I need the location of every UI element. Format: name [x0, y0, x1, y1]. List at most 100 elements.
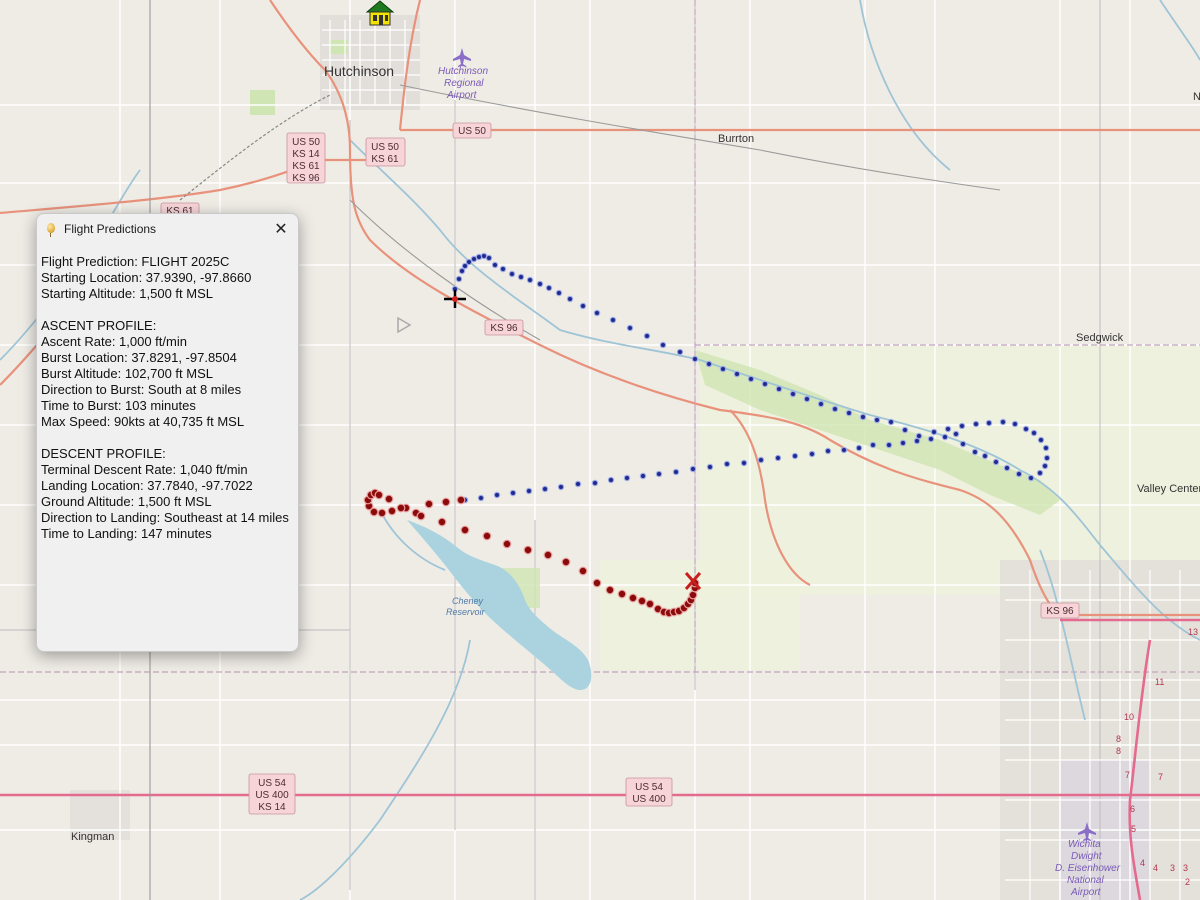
label-cheney-1: Cheney: [452, 596, 484, 606]
ascent-track-point: [999, 418, 1007, 426]
svg-text:6: 6: [1130, 804, 1135, 814]
descent-track-point: [502, 539, 512, 549]
ascent-track-point: [952, 430, 960, 438]
ascent-track-point: [789, 390, 797, 398]
ascent-track-point: [672, 468, 680, 476]
terminal-descent-rate-line: Terminal Descent Rate: 1,040 ft/min: [41, 462, 248, 477]
ascent-track-point: [491, 261, 499, 269]
ascent-track-point: [706, 463, 714, 471]
svg-text:8: 8: [1116, 734, 1121, 744]
ascent-track-point: [541, 485, 549, 493]
ascent-track-point: [971, 448, 979, 456]
ascent-track-point: [757, 456, 765, 464]
ascent-track-point: [525, 487, 533, 495]
ascent-track-point: [458, 267, 466, 275]
ascent-track-point: [808, 450, 816, 458]
ascent-track-point: [817, 400, 825, 408]
ascent-track-point: [609, 316, 617, 324]
descent-track-point: [645, 599, 655, 609]
ascent-track-point: [705, 360, 713, 368]
shield-ks96-east: KS 96: [1040, 602, 1080, 619]
descent-track-point: [387, 506, 397, 516]
label-hutchinson-airport-3: Airport: [446, 90, 478, 101]
ascent-track-point: [791, 452, 799, 460]
ascent-track-point: [927, 435, 935, 443]
ascent-track-point: [485, 254, 493, 262]
shield-us54-us400: US 54 US 400: [625, 777, 673, 807]
svg-text:US 50: US 50: [458, 126, 486, 137]
ascent-track-point: [1022, 425, 1030, 433]
ascent-track-point: [930, 428, 938, 436]
ascent-track-point: [873, 416, 881, 424]
label-wichita-airport-4: National: [1067, 875, 1104, 886]
ascent-track-point: [747, 375, 755, 383]
svg-text:KS 14: KS 14: [292, 149, 320, 160]
ascent-track-point: [639, 472, 647, 480]
label-burrton: Burrton: [718, 133, 754, 145]
direction-to-landing-line: Direction to Landing: Southeast at 14 mi…: [41, 510, 289, 525]
prediction-details: Flight Prediction: FLIGHT 2025C Starting…: [37, 244, 298, 542]
ascent-track-point: [1043, 454, 1051, 462]
ascent-track-point: [1015, 470, 1023, 478]
shield-us54-us400-ks14: US 54 US 400 KS 14: [248, 773, 296, 815]
shield-us50-ks14-ks61-ks96: US 50 KS 14 KS 61 KS 96: [286, 132, 326, 184]
svg-text:11: 11: [1155, 677, 1164, 687]
ascent-track-point: [659, 341, 667, 349]
svg-text:KS 14: KS 14: [258, 802, 286, 813]
label-hutchinson: Hutchinson: [324, 63, 394, 79]
ascent-track-point: [626, 324, 634, 332]
ascent-track-point: [475, 253, 483, 261]
close-button[interactable]: ✕: [268, 216, 294, 242]
ascent-track-point: [1041, 462, 1049, 470]
window-title-bar[interactable]: Flight Predictions ✕: [37, 214, 298, 244]
descent-track-point: [374, 490, 384, 500]
shield-ks96-west: KS 96: [484, 319, 524, 336]
ascent-track-point: [719, 365, 727, 373]
ascent-track-point: [958, 422, 966, 430]
ascent-track-point: [941, 433, 949, 441]
ascent-track-point: [1042, 444, 1050, 452]
descent-track-point: [561, 557, 571, 567]
descent-track-point: [424, 499, 434, 509]
ascent-track-point: [1036, 469, 1044, 477]
ascent-track-point: [643, 332, 651, 340]
svg-text:3: 3: [1183, 863, 1188, 873]
label-wichita-airport-2: Dwight: [1071, 851, 1103, 862]
ascent-track-point: [840, 446, 848, 454]
ascent-track-point: [555, 289, 563, 297]
ascent-track-point: [493, 491, 501, 499]
descent-profile-header: DESCENT PROFILE:: [41, 446, 166, 461]
ascent-track-point: [1003, 464, 1011, 472]
ascent-track-point: [855, 444, 863, 452]
ascent-track-point: [655, 470, 663, 478]
svg-text:4: 4: [1153, 863, 1158, 873]
descent-track-point: [456, 495, 466, 505]
ascent-track-point: [557, 483, 565, 491]
svg-text:7: 7: [1125, 770, 1130, 780]
window-title: Flight Predictions: [64, 222, 157, 236]
ascent-track-point: [509, 489, 517, 497]
svg-text:KS 96: KS 96: [292, 173, 320, 184]
svg-text:2: 2: [1185, 877, 1190, 887]
ascent-track-point: [959, 440, 967, 448]
ascent-track-point: [1030, 429, 1038, 437]
max-speed-line: Max Speed: 90kts at 40,735 ft MSL: [41, 414, 245, 429]
svg-text:US 400: US 400: [255, 790, 289, 801]
ascent-track-point: [869, 441, 877, 449]
svg-text:10: 10: [1124, 712, 1134, 722]
time-to-landing-line: Time to Landing: 147 minutes: [41, 526, 212, 541]
descent-track-point: [523, 545, 533, 555]
svg-text:KS 61: KS 61: [292, 161, 320, 172]
ascent-track-point: [623, 474, 631, 482]
ascent-track-point: [526, 276, 534, 284]
flight-predictions-window: Flight Predictions ✕ Flight Prediction: …: [36, 213, 299, 652]
ascent-track-point: [499, 265, 507, 273]
descent-track-point: [377, 508, 387, 518]
label-valley-center: Valley Center: [1137, 483, 1200, 495]
ascent-track-point: [901, 426, 909, 434]
svg-text:4: 4: [1140, 858, 1145, 868]
label-hutchinson-airport-1: Hutchinson: [438, 66, 488, 77]
svg-text:KS 96: KS 96: [1046, 606, 1074, 617]
ascent-track-point: [733, 370, 741, 378]
label-wichita-airport-1: Wichita: [1068, 839, 1101, 850]
